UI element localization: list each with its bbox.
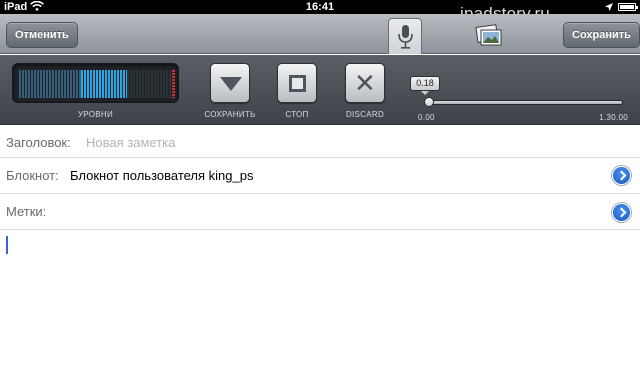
range-start-label: 0.00 (418, 113, 435, 122)
photo-icon (475, 24, 502, 46)
recording-save-button[interactable] (210, 63, 250, 103)
notebook-disclosure-icon[interactable] (612, 166, 631, 185)
notebook-row[interactable]: Блокнот: Блокнот пользователя king_ps (0, 158, 640, 194)
levels-label: УРОВНИ (77, 110, 114, 119)
battery-icon (618, 3, 638, 11)
recorder-panel: УРОВНИ СОХРАНИТЬ СТОП ✕ DISCARD 0.18 0.0… (0, 55, 640, 125)
cancel-button[interactable]: Отменить (6, 22, 78, 48)
title-row[interactable]: Заголовок: Новая заметка (0, 126, 640, 158)
level-meter-peak (172, 70, 175, 98)
range-end-label: 1.30.00 (599, 113, 628, 122)
down-triangle-icon (220, 77, 242, 91)
level-meter-active (81, 70, 127, 98)
recording-save-label: СОХРАНИТЬ (204, 110, 256, 119)
tab-photo[interactable] (474, 24, 504, 48)
level-meter-inactive (127, 70, 172, 98)
location-icon (605, 3, 613, 11)
tags-disclosure-icon[interactable] (612, 203, 631, 222)
stop-icon (289, 75, 306, 92)
stop-button[interactable] (277, 63, 317, 103)
position-slider-thumb[interactable] (424, 97, 434, 107)
notebook-value: Блокнот пользователя king_ps (70, 168, 254, 183)
position-slider[interactable] (427, 100, 623, 105)
level-meter (12, 63, 179, 103)
note-body-input[interactable] (0, 231, 640, 374)
notebook-label: Блокнот: (6, 168, 59, 183)
tab-audio[interactable] (388, 18, 422, 54)
close-icon: ✕ (354, 68, 376, 98)
navigation-bar: Отменить Сохранить (0, 14, 640, 54)
position-readout: 0.18 (410, 76, 440, 95)
level-meter-low (19, 70, 81, 98)
microphone-icon (398, 25, 413, 49)
stop-label: СТОП (285, 110, 309, 119)
title-label: Заголовок: (6, 135, 71, 150)
discard-label: DISCARD (345, 110, 385, 119)
tags-row[interactable]: Метки: (0, 194, 640, 230)
save-button[interactable]: Сохранить (563, 22, 640, 48)
discard-button[interactable]: ✕ (345, 63, 385, 103)
tags-label: Метки: (6, 204, 47, 219)
text-caret (6, 236, 8, 254)
title-input[interactable]: Новая заметка (86, 135, 175, 150)
